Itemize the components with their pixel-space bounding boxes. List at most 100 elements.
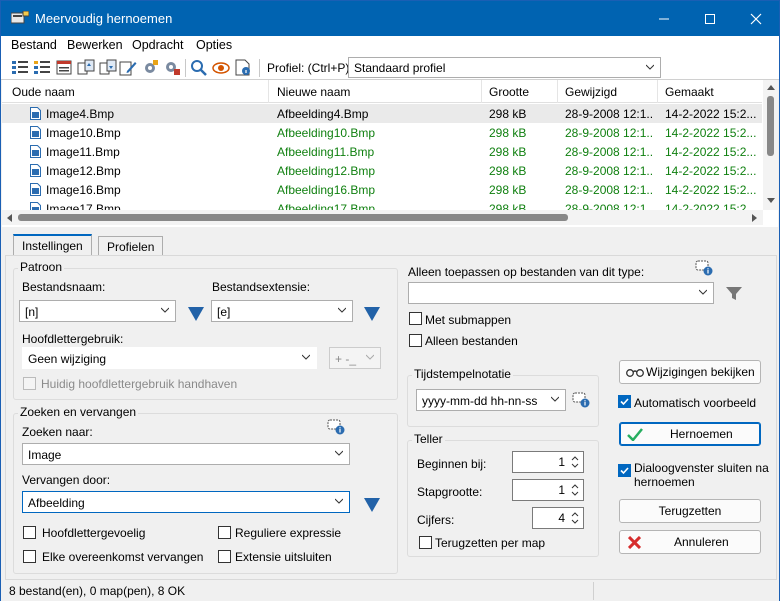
profile-select[interactable]: Standaard profiel: [348, 57, 661, 78]
table-row[interactable]: Image11.Bmp Afbeelding11.Bmp 298 kB 28-9-20…: [2, 142, 762, 161]
find-label: Zoeken naar:: [22, 425, 93, 439]
menu-opties[interactable]: Opties: [196, 38, 232, 52]
search-icon[interactable]: [190, 59, 208, 76]
bitmap-file-icon: [30, 107, 41, 120]
move-down-icon[interactable]: [99, 59, 117, 76]
chevron-down-icon: [161, 307, 169, 313]
col-new-name[interactable]: Nieuwe naam: [277, 85, 350, 99]
extension-insert-icon[interactable]: [364, 307, 380, 321]
exclude-ext-checkbox[interactable]: [218, 550, 231, 563]
tab-profielen[interactable]: Profielen: [98, 236, 164, 255]
reset-per-folder-checkbox[interactable]: [419, 536, 432, 549]
replace-insert-icon[interactable]: [364, 498, 380, 512]
auto-preview-checkbox[interactable]: [618, 395, 631, 408]
menu-bewerken[interactable]: Bewerken: [67, 38, 123, 52]
glasses-icon: [626, 369, 644, 377]
spinner-arrows-icon[interactable]: [570, 454, 580, 470]
menu-opdracht[interactable]: Opdracht: [132, 38, 183, 52]
close-button[interactable]: [733, 1, 779, 36]
reset-button[interactable]: Terugzetten: [619, 499, 761, 523]
cell-new-name: Afbeelding11.Bmp: [277, 145, 375, 159]
chevron-down-icon: [366, 354, 374, 360]
scroll-right-icon[interactable]: [752, 214, 758, 222]
timestamp-info-icon[interactable]: [572, 392, 590, 408]
col-modified[interactable]: Gewijzigd: [565, 85, 617, 99]
vertical-scrollbar[interactable]: [763, 80, 778, 210]
search-info-icon[interactable]: [327, 419, 345, 435]
settings-icon[interactable]: [141, 59, 159, 76]
file-info-icon[interactable]: [234, 59, 252, 76]
filter-info-icon[interactable]: [695, 260, 713, 276]
rename-button[interactable]: Hernoemen: [619, 422, 761, 446]
app-icon: [11, 11, 29, 24]
horizontal-scrollbar[interactable]: [2, 210, 763, 225]
case-extra-select: + -_: [329, 347, 381, 369]
maximize-button[interactable]: [687, 1, 733, 36]
col-old-name[interactable]: Oude naam: [12, 85, 75, 99]
digits-spinner[interactable]: 4: [532, 507, 584, 529]
preview-eye-icon[interactable]: [212, 59, 230, 76]
cell-old-name: Image4.Bmp: [46, 107, 115, 121]
profile-value: Standaard profiel: [354, 61, 446, 75]
filter-input[interactable]: [408, 282, 714, 304]
start-label: Beginnen bij:: [417, 457, 487, 471]
table-row[interactable]: Image10.Bmp Afbeelding10.Bmp 298 kB 28-9-20…: [2, 123, 762, 142]
scroll-thumb[interactable]: [767, 96, 774, 156]
scroll-down-icon[interactable]: [767, 198, 775, 204]
keep-case-label: Huidig hoofdlettergebruik handhaven: [41, 377, 238, 391]
cell-old-name: Image11.Bmp: [46, 145, 120, 159]
cell-modified: 28-9-2008 12:1...: [565, 126, 653, 140]
filter-funnel-icon[interactable]: [726, 287, 742, 301]
scroll-up-icon[interactable]: [767, 84, 775, 90]
case-sensitive-checkbox[interactable]: [23, 526, 36, 539]
extension-input[interactable]: [e]: [211, 300, 353, 322]
timestamp-select[interactable]: yyyy-mm-dd hh-nn-ss: [416, 389, 566, 411]
chevron-down-icon: [699, 289, 707, 295]
cancel-button[interactable]: Annuleren: [619, 530, 761, 554]
replace-input[interactable]: Afbeelding: [22, 491, 350, 513]
chevron-down-icon: [335, 498, 343, 504]
remove-icon[interactable]: [55, 59, 73, 76]
cell-size: 298 kB: [489, 164, 527, 178]
replace-all-checkbox[interactable]: [23, 550, 36, 563]
col-size[interactable]: Grootte: [489, 85, 529, 99]
add-folder-icon[interactable]: [33, 59, 51, 76]
reset-per-folder-label: Terugzetten per map: [435, 536, 546, 550]
scroll-left-icon[interactable]: [6, 214, 12, 222]
files-only-checkbox[interactable]: [409, 334, 422, 347]
col-created[interactable]: Gemaakt: [665, 85, 714, 99]
tab-instellingen[interactable]: Instellingen: [13, 234, 92, 256]
cell-new-name: Afbeelding10.Bmp: [277, 126, 376, 140]
hscroll-thumb[interactable]: [18, 214, 568, 221]
edit-icon[interactable]: [119, 59, 137, 76]
regex-checkbox[interactable]: [218, 526, 231, 539]
move-up-icon[interactable]: [77, 59, 95, 76]
case-select[interactable]: Geen wijziging: [22, 347, 317, 369]
step-value: 1: [558, 483, 565, 497]
start-spinner[interactable]: 1: [512, 451, 584, 473]
table-row[interactable]: Image16.Bmp Afbeelding16.Bmp 298 kB 28-9-20…: [2, 180, 762, 199]
minimize-button[interactable]: [641, 1, 687, 36]
filename-input[interactable]: [n]: [19, 300, 176, 322]
table-row[interactable]: Image12.Bmp Afbeelding12.Bmp 298 kB 28-9-20…: [2, 161, 762, 180]
filename-insert-icon[interactable]: [188, 307, 204, 321]
status-text: 8 bestand(en), 0 map(pen), 8 OK: [9, 584, 186, 598]
cell-created: 14-2-2022 15:2...: [665, 183, 757, 197]
spinner-arrows-icon[interactable]: [570, 510, 580, 526]
minimize-icon: [659, 18, 669, 19]
menu-bestand[interactable]: Bestand: [11, 38, 57, 52]
step-label: Stapgrootte:: [417, 485, 483, 499]
add-files-icon[interactable]: [11, 59, 29, 76]
spinner-arrows-icon[interactable]: [570, 482, 580, 498]
step-spinner[interactable]: 1: [512, 479, 584, 501]
table-row[interactable]: Image4.Bmp Afbeelding4.Bmp 298 kB 28-9-2008…: [2, 104, 762, 123]
preview-changes-button[interactable]: Wijzigingen bekijken: [619, 360, 761, 384]
options-icon[interactable]: [163, 59, 181, 76]
subfolders-checkbox[interactable]: [409, 312, 422, 325]
file-list[interactable]: Oude naam Nieuwe naam Grootte Gewijzigd …: [2, 80, 778, 227]
find-input[interactable]: Image: [22, 443, 350, 465]
close-after-checkbox[interactable]: [618, 464, 631, 477]
close-icon: [750, 13, 762, 24]
extension-value: [e]: [217, 305, 231, 319]
title-bar: Meervoudig hernoemen: [1, 1, 779, 36]
